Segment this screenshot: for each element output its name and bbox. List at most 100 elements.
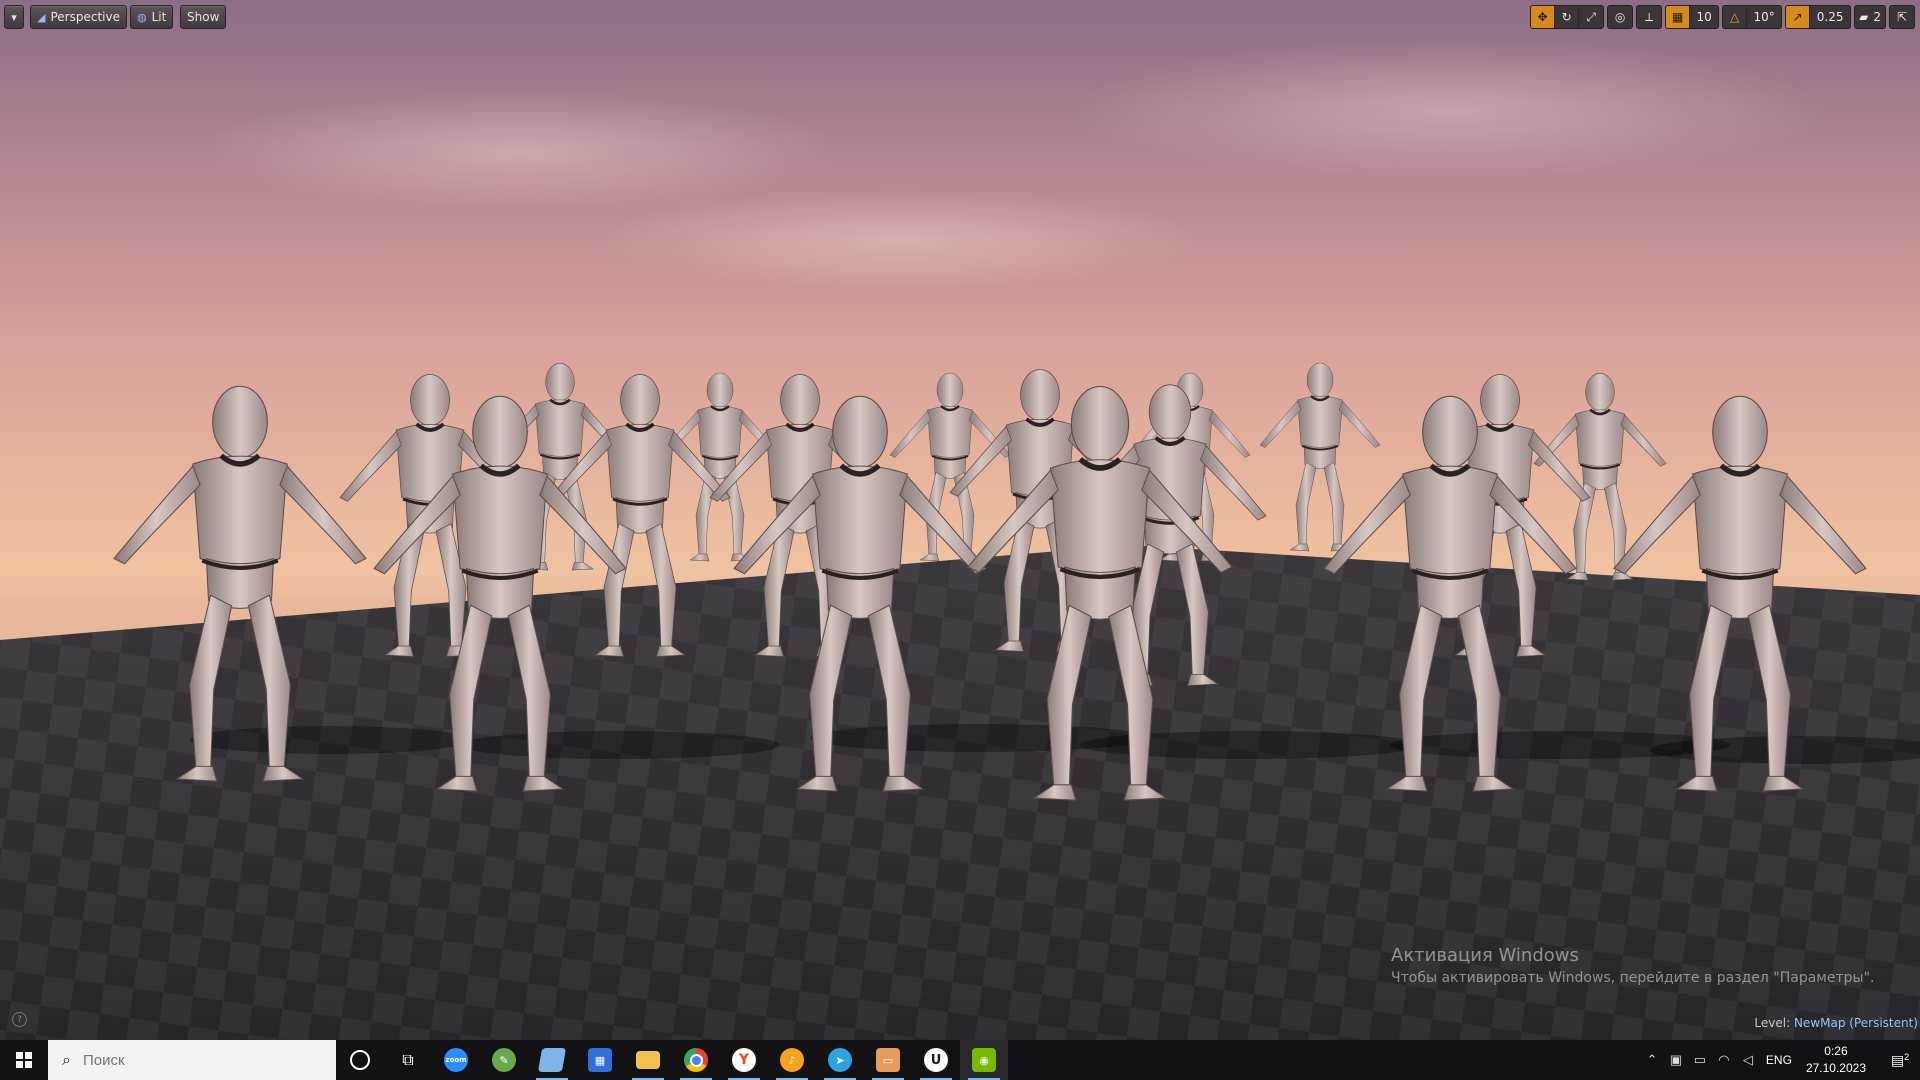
scale-mode-button[interactable]: ⤢	[1579, 6, 1603, 28]
taskbar-app-file-explorer[interactable]	[624, 1040, 672, 1080]
taskbar-search[interactable]: ⌕	[48, 1040, 336, 1080]
cortana-button[interactable]	[336, 1040, 384, 1080]
grid-snap-group: ▦ 10	[1665, 5, 1720, 29]
unreal-icon: U	[924, 1048, 948, 1072]
maximize-group: ⇱	[1889, 5, 1915, 29]
nvidia-icon: ◉	[972, 1048, 996, 1072]
chevron-down-icon: ▾	[11, 10, 17, 24]
camera-speed-group: ▰ 2	[1854, 5, 1886, 29]
rotation-snap-value[interactable]: 10°	[1747, 6, 1781, 28]
taskbar-app-nvidia[interactable]: ◉	[960, 1040, 1008, 1080]
viewport-options-button[interactable]: ▾	[4, 5, 24, 29]
taskbar-app-music[interactable]: ♪	[768, 1040, 816, 1080]
grid-icon: ▦	[1671, 10, 1684, 24]
taskbar-app-chrome[interactable]	[672, 1040, 720, 1080]
task-view-icon: ⧉	[402, 1050, 414, 1069]
surface-snapping-button[interactable]: ⟂	[1637, 6, 1661, 28]
scale-snap-icon: ↗	[1792, 10, 1803, 24]
scale-snap-toggle[interactable]: ↗	[1786, 6, 1811, 28]
yandex-icon: Y	[732, 1048, 756, 1072]
level-name: NewMap (Persistent)	[1793, 1016, 1918, 1030]
angle-icon: △	[1730, 10, 1740, 24]
clock-date: 27.10.2023	[1805, 1061, 1866, 1075]
rotate-mode-button[interactable]: ↻	[1555, 6, 1580, 28]
lit-label: Lit	[151, 10, 167, 24]
taskbar-app-yandex[interactable]: Y	[720, 1040, 768, 1080]
scale-snap-group: ↗ 0.25	[1785, 5, 1852, 29]
activation-title: Активация Windows	[1391, 945, 1579, 966]
rotation-snap-toggle[interactable]: △	[1723, 6, 1748, 28]
wifi-icon[interactable]: ◠	[1712, 1052, 1736, 1068]
windows-taskbar: ⌕ ⧉ zoom ✎ ▦ Y ♪ ➤ ▭ U ◉ ⌃	[0, 1040, 1920, 1080]
start-button[interactable]	[0, 1040, 48, 1080]
notepad-icon	[537, 1048, 567, 1072]
grid-snap-value[interactable]: 10	[1690, 6, 1718, 28]
translate-mode-button[interactable]: ✥	[1531, 6, 1556, 28]
chrome-icon	[684, 1048, 708, 1072]
music-icon: ♪	[780, 1048, 804, 1072]
image-icon: ▭	[876, 1048, 900, 1072]
surface-snap-group: ⟂	[1636, 5, 1663, 29]
transform-mode-group: ✥ ↻ ⤢	[1530, 5, 1605, 29]
battery-icon[interactable]: ▭	[1688, 1052, 1712, 1068]
show-label: Show	[187, 10, 220, 24]
volume-icon[interactable]: ◁	[1736, 1052, 1760, 1068]
taskbar-app-unreal-engine[interactable]: U	[912, 1040, 960, 1080]
maximize-viewport-button[interactable]: ⇱	[1890, 6, 1914, 28]
clock[interactable]: 0:26 27.10.2023	[1806, 1043, 1866, 1077]
notification-center-button[interactable]: ▤ 2	[1880, 1052, 1920, 1069]
zoom-icon: zoom	[444, 1048, 468, 1072]
level-prefix: Level:	[1754, 1016, 1791, 1030]
mannequin-figure	[659, 372, 781, 562]
taskbar-app-zoom[interactable]: zoom	[432, 1040, 480, 1080]
level-indicator: Level: NewMap (Persistent)	[1754, 1016, 1918, 1030]
perspective-icon: ◢	[37, 10, 46, 24]
notification-icon: ▤	[1890, 1051, 1905, 1068]
show-flags-button[interactable]: Show	[180, 5, 227, 29]
lit-view-mode-button[interactable]: ◍ Lit	[130, 5, 174, 29]
camera-icon: ▰	[1859, 10, 1869, 24]
camera-speed-button[interactable]: ▰ 2	[1855, 6, 1885, 28]
move-icon: ✥	[1537, 10, 1548, 24]
surface-snap-icon: ⟂	[1645, 9, 1654, 24]
world-coordinates-button[interactable]: ◎	[1608, 6, 1632, 28]
maximize-icon: ⇱	[1896, 10, 1908, 24]
grid-snap-toggle[interactable]: ▦	[1666, 6, 1691, 28]
telegram-icon: ➤	[828, 1048, 852, 1072]
taskbar-app-notepad[interactable]	[528, 1040, 576, 1080]
taskbar-app-telegram[interactable]: ➤	[816, 1040, 864, 1080]
notification-count: 2	[1904, 1051, 1910, 1062]
transform-toolbar: ✥ ↻ ⤢ ◎ ⟂ ▦ 10 △ 10° ↗ 0.25 ▰ 2 ⇱	[1530, 5, 1915, 29]
search-input[interactable]	[80, 1050, 305, 1070]
windows-activation-watermark: Активация Windows Чтобы активировать Win…	[1391, 945, 1874, 986]
circle-icon	[350, 1050, 370, 1070]
palette-icon: ✎	[492, 1048, 516, 1072]
rotate-icon: ↻	[1561, 10, 1572, 24]
coordinate-system-group: ◎	[1607, 5, 1634, 29]
meet-now-icon[interactable]: ▣	[1664, 1052, 1688, 1068]
system-tray: ⌃ ▣ ▭ ◠ ◁ ENG 0:26 27.10.2023 ▤ 2	[1640, 1040, 1920, 1080]
lit-sphere-icon: ◍	[137, 10, 147, 24]
scene-render	[0, 40, 1920, 1040]
language-indicator[interactable]: ENG	[1766, 1053, 1792, 1067]
camera-speed-value: 2	[1873, 10, 1881, 24]
level-viewport[interactable]: ▾ ◢ Perspective ◍ Lit Show ✥ ↻ ⤢ ◎ ⟂ ▦ 1…	[0, 0, 1920, 1040]
rotation-snap-group: △ 10°	[1722, 5, 1783, 29]
clock-time: 0:26	[1824, 1044, 1848, 1058]
activation-subtitle: Чтобы активировать Windows, перейдите в …	[1391, 970, 1875, 986]
windows-logo-icon	[16, 1052, 32, 1068]
scale-icon: ⤢	[1586, 9, 1596, 24]
perspective-label: Perspective	[50, 10, 120, 24]
task-view-button[interactable]: ⧉	[384, 1040, 432, 1080]
taskbar-app-calendar[interactable]: ▦	[576, 1040, 624, 1080]
perspective-button[interactable]: ◢ Perspective	[30, 5, 127, 29]
taskbar-app-image-viewer[interactable]: ▭	[864, 1040, 912, 1080]
folder-icon	[636, 1051, 660, 1069]
scale-snap-value[interactable]: 0.25	[1810, 6, 1850, 28]
grid-app-icon: ▦	[588, 1048, 612, 1072]
search-icon: ⌕	[62, 1050, 71, 1069]
taskbar-app-paint[interactable]: ✎	[480, 1040, 528, 1080]
chevron-up-icon[interactable]: ⌃	[1640, 1052, 1664, 1068]
globe-icon: ◎	[1614, 10, 1626, 24]
help-icon[interactable]: ?	[12, 1012, 27, 1027]
